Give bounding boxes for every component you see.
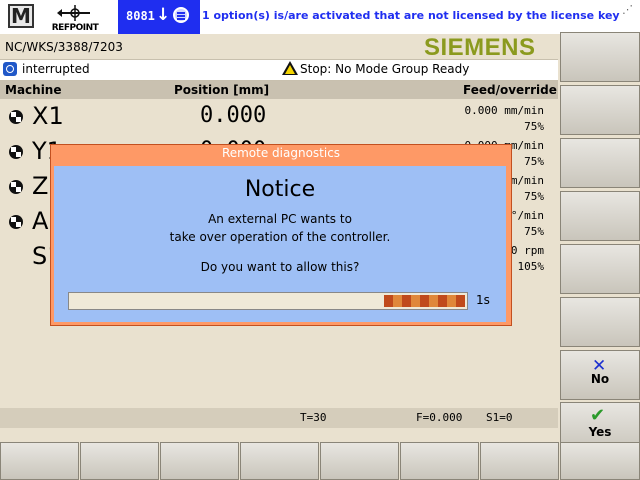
alarm-indicator[interactable]: 8081 ↓ <box>118 0 200 34</box>
expand-icon[interactable]: ⋰ <box>622 3 633 16</box>
active-feed: F=0.000 <box>416 411 463 424</box>
softkey-v1[interactable] <box>560 32 640 82</box>
mode-area: M REFPOINT <box>0 0 118 34</box>
info-row <box>0 408 558 428</box>
header-machine: Machine <box>5 83 62 97</box>
axis-override: 75% <box>524 155 544 168</box>
progress-segment <box>402 295 411 307</box>
axis-feed: 0 rpm <box>510 244 544 257</box>
softkey-h8[interactable] <box>560 442 640 480</box>
progress-fill <box>384 295 465 307</box>
dialog-message-line1: An external PC wants to <box>208 212 352 226</box>
axis-override: 105% <box>517 260 545 273</box>
progress-segment <box>447 295 456 307</box>
softkey-h3[interactable] <box>160 442 239 480</box>
softkey-h7[interactable] <box>480 442 559 480</box>
yes-button-label: Yes <box>588 425 612 439</box>
dialog-heading: Notice <box>244 177 316 202</box>
close-icon: ✕ <box>592 356 607 376</box>
header-feed: Feed/override <box>463 83 557 97</box>
program-path: NC/WKS/3388/7203 <box>5 40 123 54</box>
warning-icon-fill <box>285 65 295 74</box>
alarm-number: 8081 <box>126 9 155 23</box>
channel-state: interrupted <box>22 62 90 76</box>
softkey-h6[interactable] <box>400 442 479 480</box>
active-spindle: S1=0 <box>486 411 513 424</box>
axis-override: 75% <box>524 120 544 133</box>
softkey-v2[interactable] <box>560 85 640 135</box>
channel-state-icon <box>3 62 17 76</box>
acknowledge-icon[interactable] <box>173 7 189 23</box>
softkey-h5[interactable] <box>320 442 399 480</box>
axis-override: 75% <box>524 225 544 238</box>
countdown-remaining: 1s <box>476 293 490 307</box>
progress-segment <box>420 295 429 307</box>
checkmark-icon: ✔ <box>590 405 606 426</box>
softkey-v4[interactable] <box>560 191 640 241</box>
countdown-progress-bar <box>68 292 468 310</box>
alarm-message: 1 option(s) is/are activated that are no… <box>202 9 620 22</box>
progress-segment <box>393 295 402 307</box>
progress-segment <box>438 295 447 307</box>
progress-segment <box>429 295 438 307</box>
axis-icon <box>9 215 23 229</box>
softkey-h1[interactable] <box>0 442 79 480</box>
axis-feed: 0.000 mm/min <box>464 104 544 117</box>
softkey-v6[interactable] <box>560 297 640 347</box>
axis-override: 75% <box>524 190 544 203</box>
axis-position: 0.000 <box>200 103 267 128</box>
active-tool: T=30 <box>300 411 327 424</box>
axis-icon <box>9 145 23 159</box>
softkey-v3[interactable] <box>560 138 640 188</box>
axis-icon <box>9 110 23 124</box>
siemens-logo: SIEMENS <box>424 34 536 61</box>
arrow-down-icon: ↓ <box>156 5 171 25</box>
dialog-message-line2: take over operation of the controller. <box>169 230 391 244</box>
dialog-title: Remote diagnostics <box>221 146 341 160</box>
progress-segment <box>456 295 465 307</box>
axis-feed: m/min <box>510 174 544 187</box>
softkey-h4[interactable] <box>240 442 319 480</box>
program-status: Stop: No Mode Group Ready <box>300 62 470 76</box>
machine-mode-icon: M <box>8 4 34 28</box>
softkey-h2[interactable] <box>80 442 159 480</box>
softkey-v5[interactable] <box>560 244 640 294</box>
axis-icon <box>9 180 23 194</box>
refpoint-label: REFPOINT <box>51 23 99 33</box>
axis-name: X1 <box>32 102 64 130</box>
progress-segment <box>384 295 393 307</box>
progress-segment <box>411 295 420 307</box>
refpoint-icon: REFPOINT <box>50 3 100 33</box>
axis-feed: °/min <box>510 209 544 222</box>
header-position: Position [mm] <box>174 83 270 97</box>
dialog-question: Do you want to allow this? <box>200 260 360 274</box>
